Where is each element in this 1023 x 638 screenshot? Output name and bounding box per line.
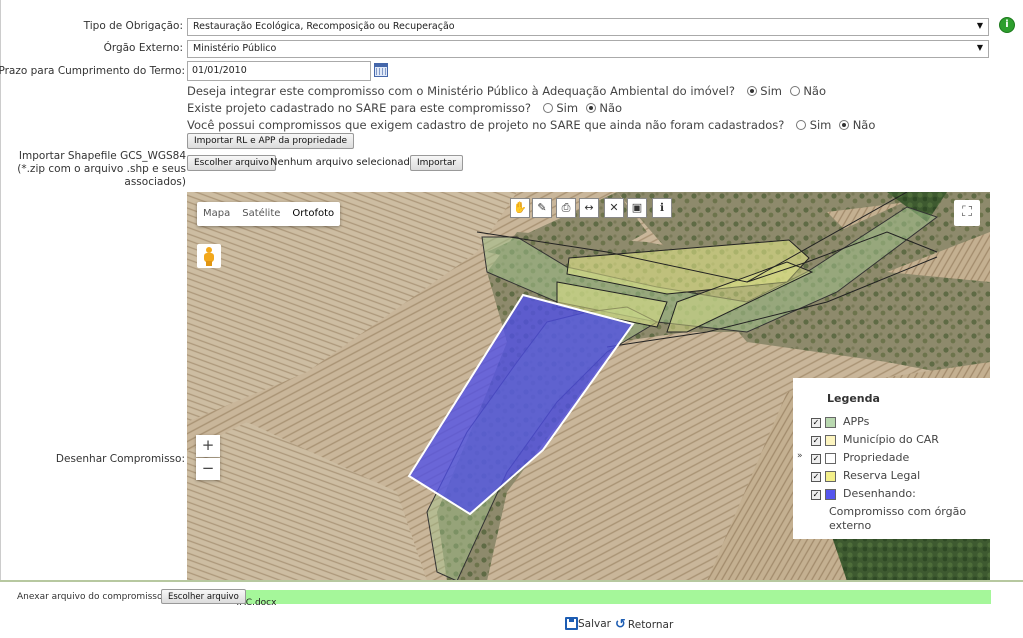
zoom-in-button[interactable]: +	[196, 435, 220, 457]
info-icon[interactable]: ℹ	[652, 198, 672, 218]
expand-chevron-icon[interactable]: »	[797, 451, 803, 461]
legend-item-apps: ✓ APPs	[793, 415, 990, 433]
shapefile-label: Importar Shapefile GCS_WGS84 (*.zip com …	[17, 150, 186, 189]
shapefile-label-line2: (*.zip com o arquivo .shp e seus	[17, 163, 186, 175]
shapefile-label-line1: Importar Shapefile GCS_WGS84	[18, 150, 186, 162]
legend-label: Reserva Legal	[843, 469, 921, 482]
radio-sare-nao[interactable]	[585, 103, 596, 113]
label-nao: Não	[599, 101, 623, 115]
radio-integrar-nao[interactable]	[789, 86, 800, 96]
dropdown-arrow-icon: ▼	[976, 43, 983, 52]
left-border	[0, 0, 1, 581]
legend-item-desenhando: ✓ Desenhando:	[793, 487, 990, 505]
legend-item-propriedade: » ✓ Propriedade	[793, 451, 990, 469]
map-type-ortofoto[interactable]: Ortofoto	[286, 202, 340, 226]
orgao-select[interactable]: Ministério Público ▼	[187, 40, 989, 58]
street-view-pegman-icon[interactable]	[197, 244, 221, 268]
legend-item-municipio: ✓ Município do CAR	[793, 433, 990, 451]
map-type-satelite[interactable]: Satélite	[236, 202, 286, 226]
shapefile-label-line3: associados)	[124, 176, 186, 188]
label-sim: Sim	[760, 84, 782, 98]
legend-checkbox[interactable]: ✓	[811, 454, 821, 464]
prazo-label: Prazo para Cumprimento do Termo:	[0, 65, 185, 77]
anexar-choose-file-button[interactable]: Escolher arquivo	[161, 589, 246, 604]
legend-desenhando-desc: Compromisso com órgão externo	[829, 505, 990, 533]
tipo-label: Tipo de Obrigação:	[83, 20, 183, 32]
legend-swatch	[825, 435, 836, 446]
no-file-text: Nenhum arquivo selecionado	[270, 157, 416, 168]
save-disk-icon	[565, 617, 578, 630]
measure-icon[interactable]: ↔	[579, 198, 599, 218]
legend-desc-line1: Compromisso com órgão	[829, 505, 967, 518]
legend-checkbox[interactable]: ✓	[811, 436, 821, 446]
radio-sare-sim[interactable]	[542, 103, 553, 113]
import-shapefile-button[interactable]: Importar	[410, 155, 464, 171]
question-sare: Existe projeto cadastrado no SARE para e…	[187, 101, 622, 115]
question-integrar: Deseja integrar este compromisso com o M…	[187, 84, 826, 98]
question-integrar-text: Deseja integrar este compromisso com o M…	[187, 84, 735, 98]
tipo-value: Restauração Ecológica, Recomposição ou R…	[193, 21, 455, 32]
choose-shapefile-button[interactable]: Escolher arquivo	[187, 155, 276, 171]
salvar-label: Salvar	[578, 617, 611, 630]
map-type-selector: Mapa Satélite Ortofoto	[197, 202, 341, 226]
draw-polygon-icon[interactable]: ✎	[532, 198, 552, 218]
print-icon[interactable]: ⎙	[556, 198, 576, 218]
retornar-label: Retornar	[627, 618, 674, 631]
question-pendentes-text: Você possui compromissos que exigem cada…	[187, 118, 785, 132]
file-name-bar: TAC.docx	[232, 590, 991, 608]
label-sim: Sim	[556, 101, 579, 115]
orgao-label: Órgão Externo:	[103, 42, 183, 54]
tipo-select[interactable]: Restauração Ecológica, Recomposição ou R…	[187, 18, 989, 36]
legend-label: Desenhando:	[843, 487, 916, 500]
import-rl-app-button[interactable]: Importar RL e APP da propriedade	[187, 133, 355, 149]
dropdown-arrow-icon: ▼	[976, 21, 983, 30]
legend-label: Propriedade	[843, 451, 910, 464]
radio-pendentes-nao[interactable]	[839, 120, 850, 130]
salvar-button[interactable]: Salvar	[565, 617, 611, 630]
anexar-label: Anexar arquivo do compromisso:	[17, 592, 166, 602]
delete-icon[interactable]: ✕	[604, 198, 624, 218]
legend-title: Legenda	[827, 392, 880, 405]
legend-checkbox[interactable]: ✓	[811, 418, 821, 428]
zoom-out-button[interactable]: −	[196, 458, 220, 480]
label-nao: Não	[803, 84, 826, 98]
radio-integrar-sim[interactable]	[746, 86, 757, 96]
calendar-icon[interactable]	[374, 63, 388, 77]
legend-label: APPs	[843, 415, 870, 428]
legend-swatch	[825, 471, 836, 482]
legend-item-reserva-legal: ✓ Reserva Legal	[793, 469, 990, 487]
map-legend: Legenda ✓ APPs ✓ Município do CAR » ✓ Pr…	[793, 378, 990, 539]
return-arrow-icon: ↺	[615, 617, 626, 632]
retornar-button[interactable]: ↺ Retornar	[615, 617, 673, 632]
footer-divider	[0, 580, 1023, 582]
legend-swatch	[825, 417, 836, 428]
prazo-date-input[interactable]: 01/01/2010	[187, 61, 371, 81]
radio-pendentes-sim[interactable]	[796, 120, 807, 130]
desenhar-label: Desenhar Compromisso:	[55, 453, 185, 465]
info-ok-icon[interactable]: i	[999, 17, 1015, 33]
legend-desc-line2: externo	[829, 519, 872, 532]
save-icon[interactable]: ▣	[627, 198, 647, 218]
map-type-mapa[interactable]: Mapa	[197, 202, 236, 226]
map-canvas[interactable]: Mapa Satélite Ortofoto ✋ ✎ ⎙ ↔ ✕ ▣ ℹ ⛶ +…	[187, 192, 990, 581]
legend-swatch	[825, 489, 836, 500]
legend-checkbox[interactable]: ✓	[811, 490, 821, 500]
legend-label: Município do CAR	[843, 433, 939, 446]
label-nao: Não	[852, 118, 876, 132]
label-sim: Sim	[809, 118, 832, 132]
orgao-value: Ministério Público	[193, 43, 277, 54]
pan-hand-icon[interactable]: ✋	[510, 198, 530, 218]
question-pendentes: Você possui compromissos que exigem cada…	[187, 118, 875, 132]
question-sare-text: Existe projeto cadastrado no SARE para e…	[187, 101, 532, 115]
legend-checkbox[interactable]: ✓	[811, 472, 821, 482]
fullscreen-icon[interactable]: ⛶	[954, 200, 980, 226]
legend-swatch	[825, 453, 836, 464]
